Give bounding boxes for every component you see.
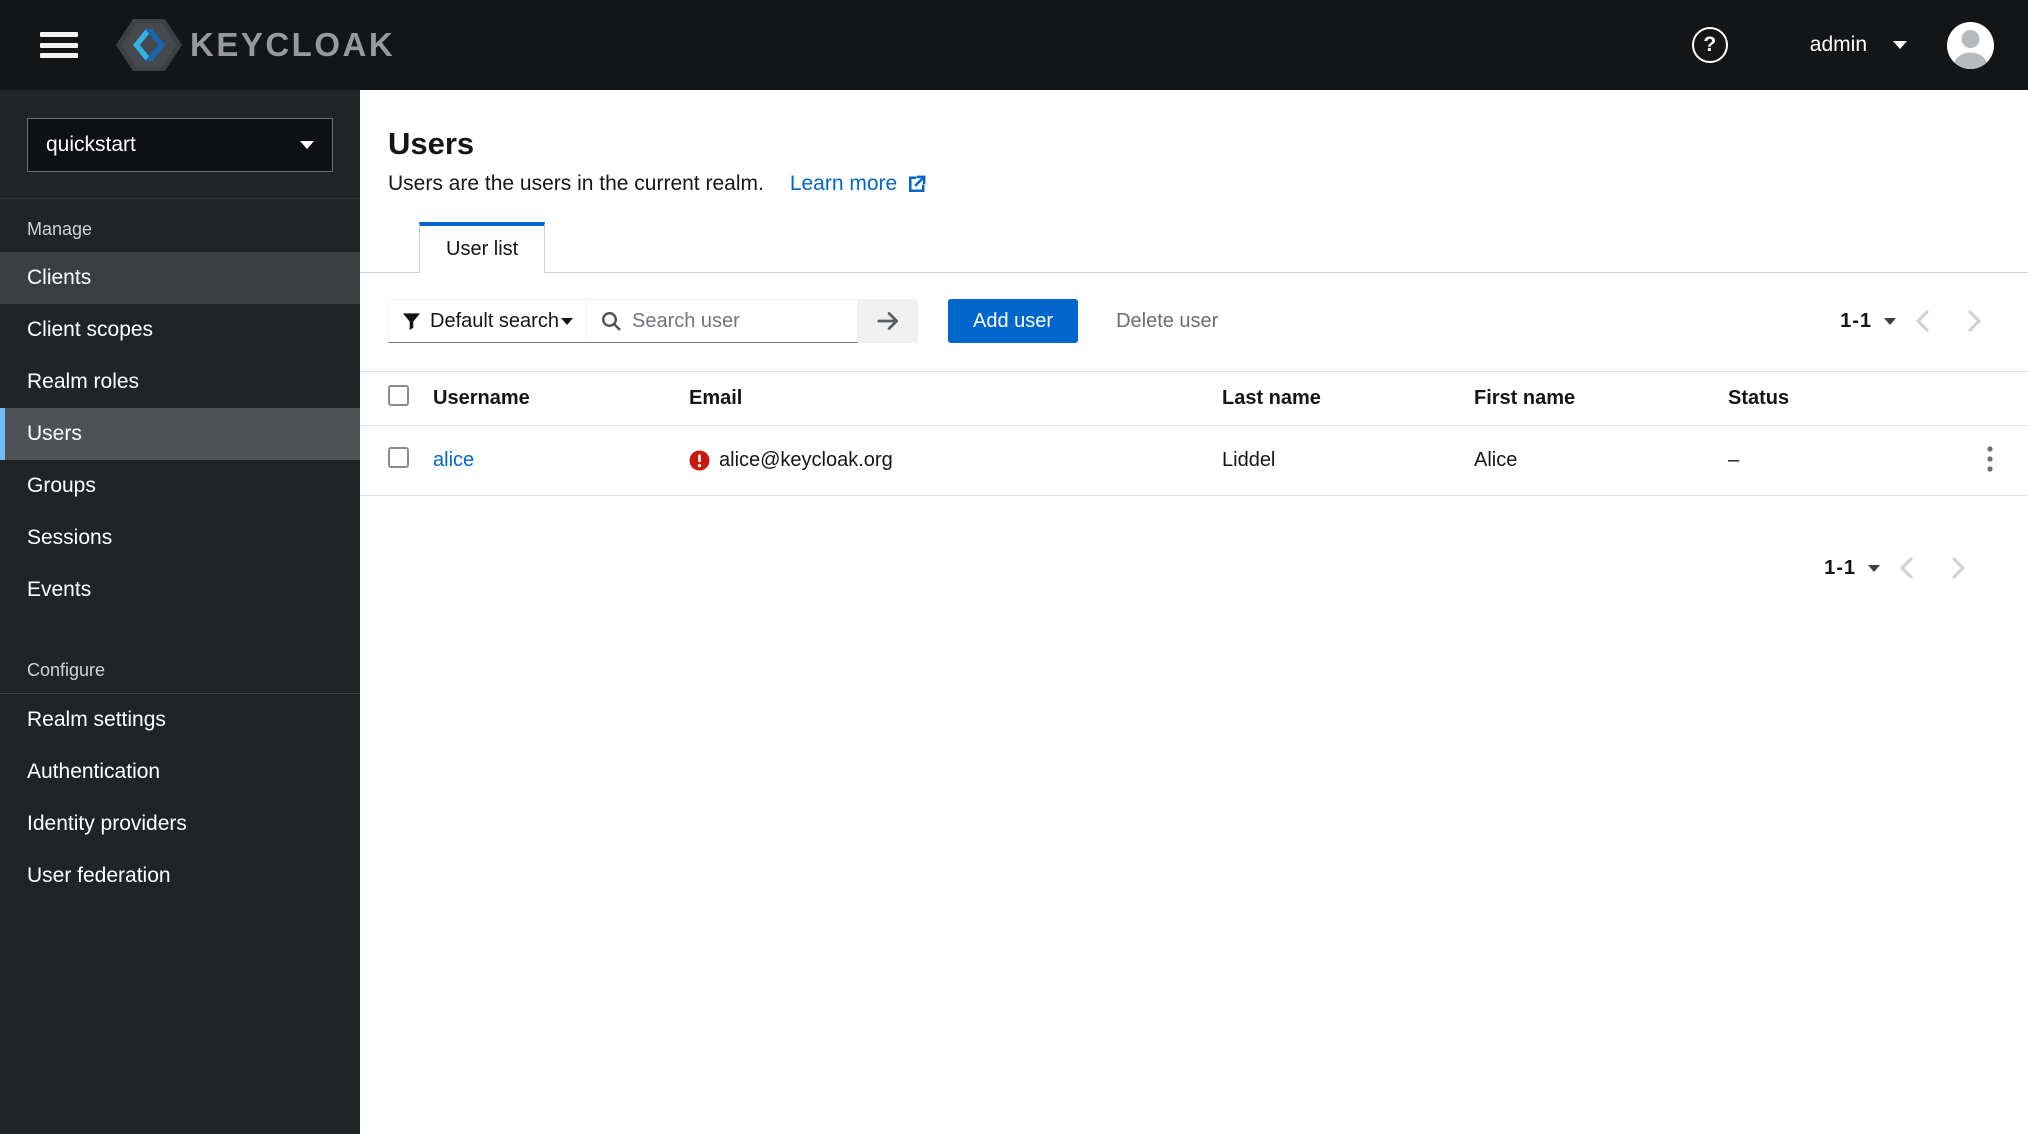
sidebar-item-realm-settings[interactable]: Realm settings	[0, 694, 360, 746]
sidebar-item-groups[interactable]: Groups	[0, 460, 360, 512]
pagination-range-dropdown[interactable]: 1-1	[1840, 310, 1896, 333]
sidebar: quickstart Manage Clients Client scopes …	[0, 90, 360, 1134]
chevron-right-icon	[1951, 557, 1965, 579]
keycloak-logo: KEYCLOAK	[116, 16, 395, 74]
last-name-value: Liddel	[1222, 425, 1474, 496]
user-menu-label: admin	[1809, 33, 1867, 56]
chevron-left-icon	[1915, 310, 1929, 332]
kebab-icon	[1987, 446, 1993, 472]
column-header-status: Status	[1728, 371, 1975, 426]
chevron-down-icon	[561, 317, 573, 325]
realm-selector[interactable]: quickstart	[27, 118, 333, 172]
sidebar-item-users[interactable]: Users	[0, 408, 360, 460]
column-header-username: Username	[433, 371, 689, 426]
chevron-right-icon	[1967, 310, 1981, 332]
brand-text: KEYCLOAK	[190, 26, 396, 63]
select-all-checkbox[interactable]	[388, 385, 409, 406]
masthead: KEYCLOAK ? admin	[0, 0, 2028, 90]
realm-selector-value: quickstart	[46, 133, 136, 156]
sidebar-item-identity-providers[interactable]: Identity providers	[0, 798, 360, 850]
add-user-button[interactable]: Add user	[948, 299, 1079, 343]
external-link-icon	[909, 174, 926, 192]
toolbar: Default search Add user Delete user 1-1	[388, 299, 2000, 343]
masthead-actions: ? admin	[1691, 21, 2000, 69]
search-box	[587, 299, 858, 343]
pagination-top: 1-1	[1840, 301, 2000, 341]
realm-selector-area: quickstart	[0, 90, 360, 199]
row-actions-kebab[interactable]	[1975, 440, 2005, 481]
email-value: alice@keycloak.org	[719, 449, 893, 471]
chevron-down-icon	[1868, 564, 1880, 572]
pagination-bottom: 1-1	[360, 548, 1984, 588]
first-name-value: Alice	[1474, 425, 1728, 496]
sidebar-item-clients[interactable]: Clients	[0, 252, 360, 304]
email-error-icon	[689, 450, 710, 471]
username-link[interactable]: alice	[433, 449, 474, 471]
nav-section-title: Configure	[27, 660, 106, 680]
user-menu[interactable]: admin	[1810, 33, 1907, 57]
nav-section-title: Manage	[27, 219, 93, 239]
column-header-first-name: First name	[1474, 371, 1728, 426]
column-header-email: Email	[689, 371, 1222, 426]
sidebar-item-sessions[interactable]: Sessions	[0, 512, 360, 564]
avatar[interactable]	[1947, 21, 1994, 69]
nav-section-configure: Configure Realm settings Authentication …	[0, 660, 360, 902]
next-page-button[interactable]	[1948, 301, 2000, 341]
page-subtitle: Users are the users in the current realm…	[388, 172, 764, 195]
table-row: alice alice@keycloak.org Liddel Alice –	[360, 425, 2028, 496]
tab-bar: User list	[360, 222, 2028, 273]
chevron-down-icon	[1884, 317, 1896, 325]
page-title: Users	[388, 126, 475, 161]
help-icon[interactable]: ?	[1691, 27, 1728, 63]
sidebar-item-authentication[interactable]: Authentication	[0, 746, 360, 798]
sidebar-item-realm-roles[interactable]: Realm roles	[0, 356, 360, 408]
status-value: –	[1728, 425, 1975, 496]
users-table: Username Email Last name First name Stat…	[360, 371, 2028, 496]
chevron-down-icon	[1893, 41, 1907, 49]
row-checkbox[interactable]	[388, 447, 409, 468]
sidebar-item-events[interactable]: Events	[0, 564, 360, 616]
search-input[interactable]	[632, 309, 857, 333]
search-icon	[601, 311, 621, 331]
search-type-dropdown[interactable]: Default search	[388, 299, 587, 343]
filter-icon	[402, 312, 421, 330]
chevron-down-icon	[300, 141, 314, 149]
arrow-right-icon	[877, 312, 899, 330]
menu-toggle-icon[interactable]	[40, 28, 80, 62]
previous-page-button[interactable]	[1896, 301, 1948, 341]
column-header-last-name: Last name	[1222, 371, 1474, 426]
learn-more-link[interactable]: Learn more	[790, 172, 928, 196]
keycloak-logo-icon	[116, 19, 182, 71]
sidebar-item-user-federation[interactable]: User federation	[0, 850, 360, 902]
table-header-row: Username Email Last name First name Stat…	[360, 371, 2028, 426]
delete-user-button[interactable]: Delete user	[1100, 310, 1234, 333]
sidebar-item-client-scopes[interactable]: Client scopes	[0, 304, 360, 356]
nav-section-manage: Manage Clients Client scopes Realm roles…	[0, 219, 360, 616]
search-submit-button[interactable]	[858, 299, 918, 343]
tab-user-list[interactable]: User list	[419, 222, 546, 273]
main-content: Users Users are the users in the current…	[360, 90, 2028, 1134]
chevron-left-icon	[1899, 557, 1913, 579]
user-avatar-icon	[1953, 29, 1988, 69]
pagination-range-dropdown[interactable]: 1-1	[1824, 557, 1880, 580]
next-page-button[interactable]	[1932, 548, 1984, 588]
previous-page-button[interactable]	[1880, 548, 1932, 588]
